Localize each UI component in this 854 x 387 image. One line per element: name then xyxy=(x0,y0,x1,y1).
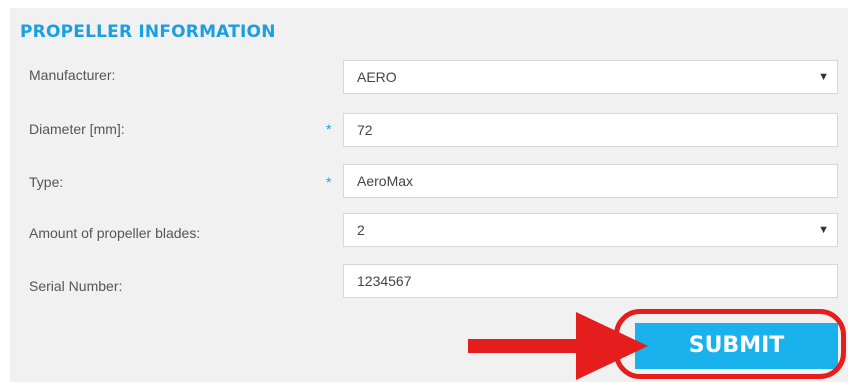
arrow-shaft xyxy=(468,339,578,353)
diameter-input[interactable]: 72 xyxy=(343,113,838,147)
type-input[interactable]: AeroMax xyxy=(343,164,838,198)
blades-select[interactable]: 2 ▼ xyxy=(343,213,838,247)
section-title: PROPELLER INFORMATION xyxy=(20,22,276,42)
manufacturer-label: Manufacturer: xyxy=(29,67,116,83)
blades-value: 2 xyxy=(357,222,365,238)
type-label: Type: xyxy=(29,174,64,190)
serial-number-input[interactable]: 1234567 xyxy=(343,264,838,298)
highlight-circle xyxy=(614,309,846,379)
serial-label: Serial Number: xyxy=(29,278,123,294)
blades-label: Amount of propeller blades: xyxy=(29,225,201,241)
required-asterisk-icon: * xyxy=(326,174,332,190)
required-asterisk-icon: * xyxy=(326,121,332,137)
chevron-down-icon: ▼ xyxy=(818,71,829,83)
manufacturer-value: AERO xyxy=(357,69,397,85)
chevron-down-icon: ▼ xyxy=(818,224,829,236)
arrow-icon xyxy=(576,312,648,380)
manufacturer-select[interactable]: AERO ▼ xyxy=(343,60,838,94)
diameter-label: Diameter [mm]: xyxy=(29,121,125,137)
